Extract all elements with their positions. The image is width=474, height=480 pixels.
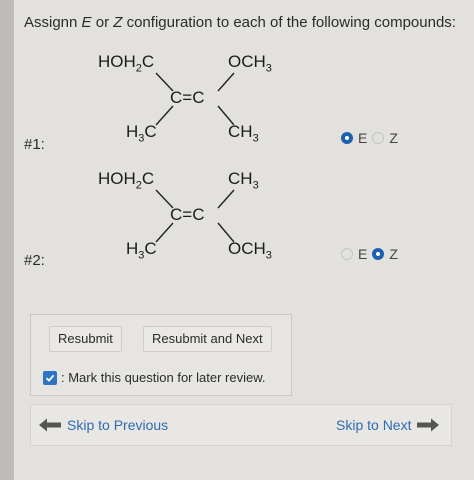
question-prefix: Assignn [24,14,82,31]
bottom-right-group-1: CH3 [228,122,259,145]
double-bond-1: C=C [170,88,205,107]
item-1-label: #1: [24,136,45,153]
top-right-group-2: CH3 [228,169,259,192]
top-left-group-2: HOH2C [98,169,155,192]
question-suffix: configuration to each of the following c… [122,14,456,31]
item-2-option-z: Z [389,246,398,262]
item-2-radio-z[interactable] [372,248,385,260]
top-left-group-1: HOH2C [98,52,155,75]
question-page: Assignn E or Z configuration to each of … [14,0,474,480]
bottom-left-group-1: H3C [126,122,157,145]
question-text: Assignn E or Z configuration to each of … [24,14,456,31]
item-1-radio-z[interactable] [372,132,385,144]
item-2-choices: E Z [336,246,398,262]
review-checkbox[interactable] [43,370,57,385]
skip-next-link[interactable]: Skip to Next [336,417,441,433]
skip-previous-label: Skip to Previous [67,417,169,433]
item-2-label: #2: [24,252,45,269]
review-row: : Mark this question for later review. [43,370,265,385]
item-2-radio-e[interactable] [341,248,353,260]
bottom-left-group-2: H3C [126,239,157,262]
skip-previous-link[interactable]: Skip to Previous [37,417,168,433]
arrow-right-icon [417,418,440,432]
action-panel: Resubmit Resubmit and Next : Mark this q… [30,314,292,396]
item-1-radio-e[interactable] [341,132,353,144]
question-or: or [91,14,114,31]
molecule-2: HOH2C CH3 C=C H3C OCH3 [84,165,304,265]
top-right-group-1: OCH3 [228,52,272,75]
item-1-option-z: Z [389,130,398,146]
question-e: E [81,14,92,31]
arrow-left-icon [39,418,61,432]
checkmark-icon [45,374,55,382]
resubmit-and-next-button[interactable]: Resubmit and Next [143,326,272,352]
double-bond-2: C=C [170,205,205,224]
review-label: : Mark this question for later review. [61,370,266,385]
bottom-right-group-2: OCH3 [228,239,272,262]
navigation-bar: Skip to Previous Skip to Next [30,404,452,446]
item-1-option-e: E [358,130,368,146]
molecule-1: HOH2C OCH3 C=C H3C CH3 [84,48,304,148]
item-2-option-e: E [358,246,368,262]
skip-next-label: Skip to Next [336,417,412,433]
resubmit-button[interactable]: Resubmit [49,326,122,352]
item-1-choices: E Z [336,130,398,146]
